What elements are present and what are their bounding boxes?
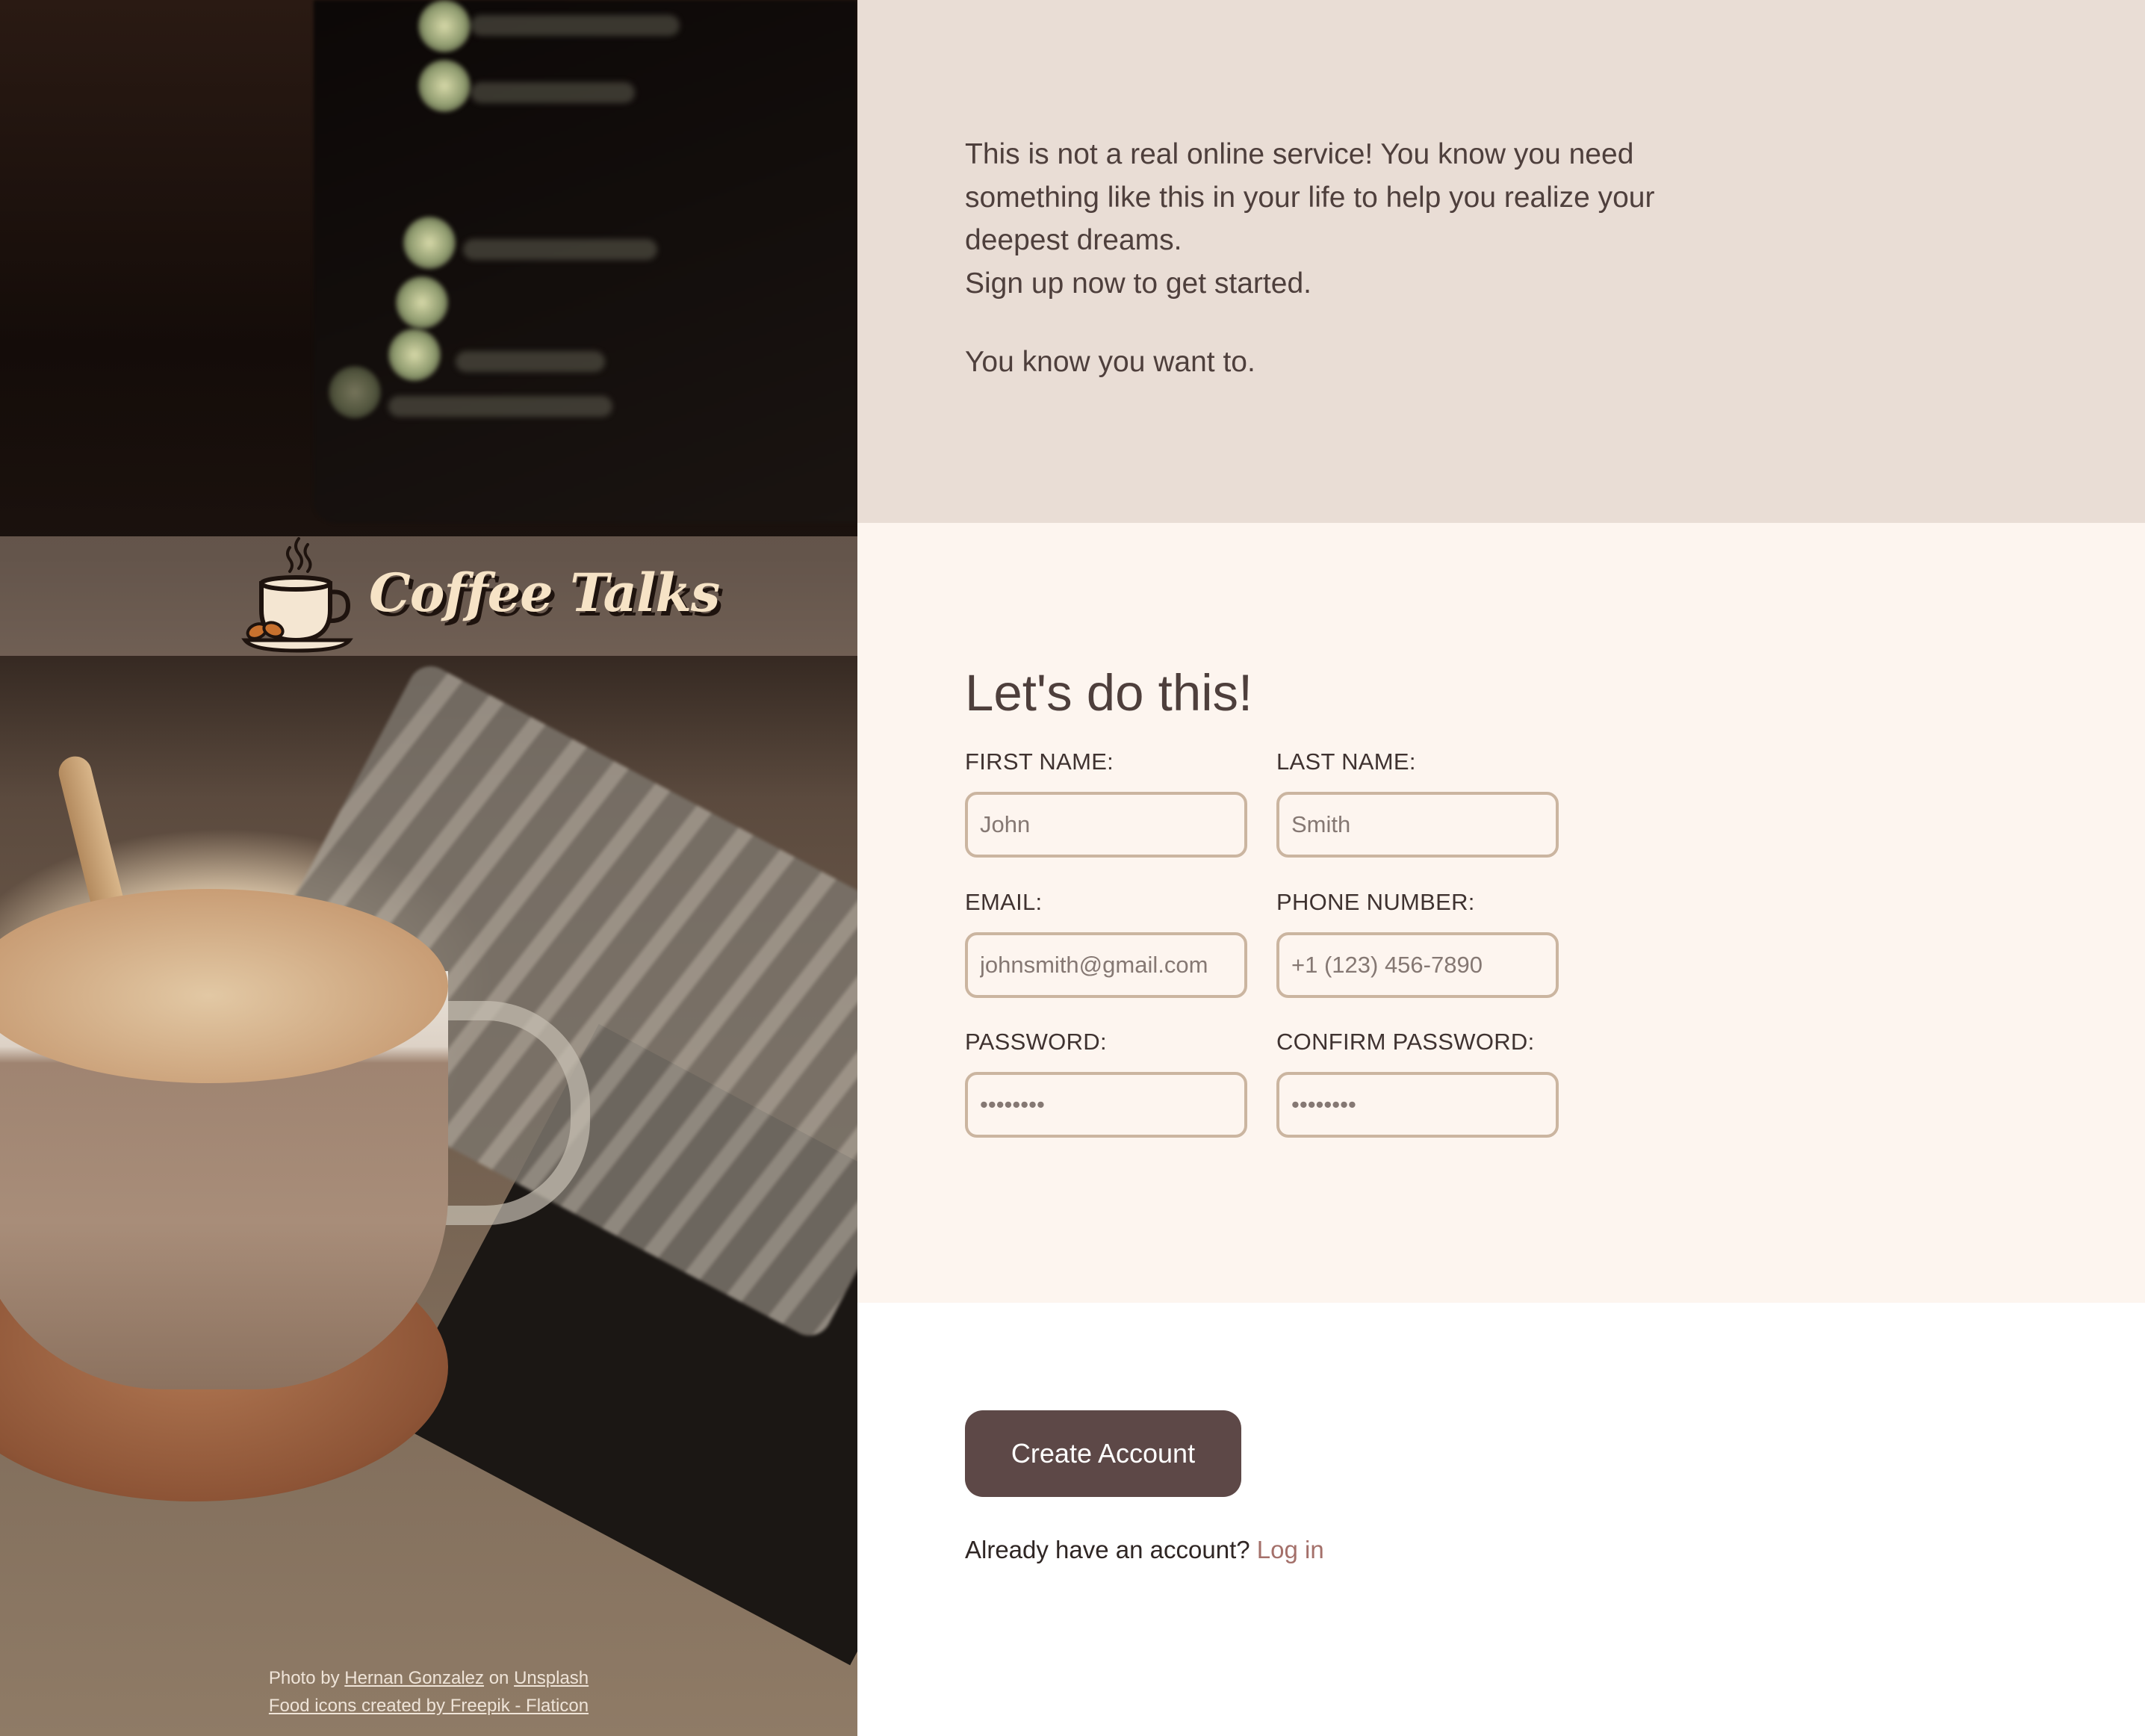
confirm-password-label: CONFIRM PASSWORD: — [1276, 1029, 1535, 1055]
actions-section: Create Account Already have an account? … — [857, 1303, 2145, 1736]
photo-credit-line: Photo by Hernan Gonzalez on Unsplash — [0, 1664, 857, 1692]
coffee-cup-icon — [241, 537, 353, 653]
monitor-blur — [463, 239, 657, 260]
monitor-blur — [403, 217, 456, 269]
intro-line: This is not a real online service! You k… — [965, 138, 1655, 256]
first-name-field-group: FIRST NAME: — [965, 748, 1247, 858]
flaticon-link[interactable]: Food icons created by Freepik - Flaticon — [269, 1696, 589, 1716]
intro-paragraph: This is not a real online service! You k… — [965, 133, 1712, 305]
password-field-group: PASSWORD: — [965, 1029, 1247, 1138]
create-account-button[interactable]: Create Account — [965, 1410, 1241, 1497]
last-name-label: LAST NAME: — [1276, 748, 1416, 775]
login-link[interactable]: Log in — [1257, 1536, 1324, 1563]
email-field-group: EMAIL: — [965, 889, 1247, 998]
login-prompt: Already have an account? Log in — [965, 1536, 1324, 1564]
monitor-blur — [456, 351, 605, 372]
unsplash-link[interactable]: Unsplash — [514, 1668, 589, 1688]
monitor-blur — [471, 15, 680, 36]
monitor-blur — [471, 82, 635, 103]
intro-section: This is not a real online service! You k… — [857, 0, 2145, 523]
confirm-password-input[interactable] — [1276, 1072, 1559, 1138]
first-name-label: FIRST NAME: — [965, 748, 1114, 775]
photo-credits: Photo by Hernan Gonzalez on Unsplash Foo… — [0, 1664, 857, 1720]
monitor-blur — [388, 329, 441, 381]
last-name-field-group: LAST NAME: — [1276, 748, 1559, 858]
intro-line: Sign up now to get started. — [965, 267, 1311, 300]
hero-photo: Coffee Talks Photo by Hernan Gonzalez on… — [0, 0, 857, 1736]
phone-field-group: PHONE NUMBER: — [1276, 889, 1559, 998]
email-input[interactable] — [965, 932, 1247, 998]
login-prompt-text: Already have an account? — [965, 1536, 1250, 1563]
monitor-blur — [329, 366, 381, 418]
password-input[interactable] — [965, 1072, 1247, 1138]
email-label: EMAIL: — [965, 889, 1043, 915]
intro-paragraph: You know you want to. — [965, 346, 1255, 378]
signup-form-section: Let's do this! FIRST NAME: LAST NAME: EM… — [857, 523, 2145, 1303]
brand-name: Coffee Talks — [369, 562, 720, 624]
form-heading: Let's do this! — [965, 664, 1253, 722]
monitor-blur — [418, 60, 471, 112]
credit-prefix: Photo by — [268, 1668, 340, 1688]
icons-credit-line: Food icons created by Freepik - Flaticon — [0, 1692, 857, 1720]
monitor-blur — [388, 396, 612, 417]
background-monitor — [314, 0, 857, 523]
password-label: PASSWORD: — [965, 1029, 1107, 1055]
intro-text: This is not a real online service! You k… — [965, 133, 1712, 384]
monitor-blur — [418, 0, 471, 52]
last-name-input[interactable] — [1276, 792, 1559, 858]
phone-input[interactable] — [1276, 932, 1559, 998]
monitor-blur — [396, 276, 448, 329]
confirm-password-field-group: CONFIRM PASSWORD: — [1276, 1029, 1559, 1138]
phone-label: PHONE NUMBER: — [1276, 889, 1475, 915]
credit-on: on — [488, 1668, 509, 1688]
first-name-input[interactable] — [965, 792, 1247, 858]
spoon — [55, 752, 127, 921]
photographer-link[interactable]: Hernan Gonzalez — [344, 1668, 484, 1688]
